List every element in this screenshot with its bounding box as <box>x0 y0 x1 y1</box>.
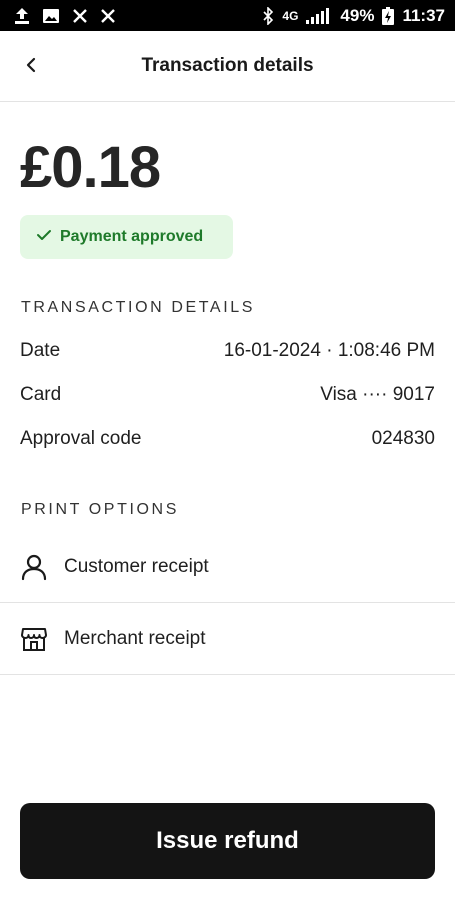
bluetooth-icon <box>262 6 274 25</box>
status-bar-left <box>14 7 116 25</box>
customer-receipt-option[interactable]: Customer receipt <box>0 531 455 603</box>
page-title: Transaction details <box>141 55 314 76</box>
store-icon <box>20 625 48 653</box>
detail-label: Card <box>20 384 62 405</box>
detail-label: Date <box>20 340 61 361</box>
person-icon <box>20 553 48 581</box>
network-type: 4G <box>282 8 299 23</box>
issue-refund-button[interactable]: Issue refund <box>20 803 435 879</box>
detail-value: 16-01-2024 · 1:08:46 PM <box>223 340 435 361</box>
transaction-details-heading: TRANSACTION DETAILS <box>21 299 256 316</box>
image-icon <box>42 8 60 24</box>
status-label: Payment approved <box>60 228 204 245</box>
battery-percentage: 49% <box>340 5 375 25</box>
merchant-receipt-option[interactable]: Merchant receipt <box>0 603 455 675</box>
battery-icon <box>382 6 395 25</box>
detail-label: Approval code <box>20 428 142 449</box>
merchant-receipt-label: Merchant receipt <box>64 627 206 649</box>
customer-receipt-label: Customer receipt <box>64 555 209 577</box>
status-badge: Payment approved <box>20 215 233 259</box>
clock: 11:37 <box>402 5 445 25</box>
detail-value: 024830 <box>371 428 435 449</box>
x-logo-icon <box>100 8 116 23</box>
detail-row-card: Card Visa ···· 9017 <box>20 384 435 406</box>
print-options-heading: PRINT OPTIONS <box>21 501 179 518</box>
status-bar: 4G 49% 11:37 <box>0 0 455 31</box>
detail-value: Visa ···· 9017 <box>320 384 435 405</box>
status-bar-right: 4G 49% 11:37 <box>262 6 445 26</box>
x-logo-icon <box>72 8 88 23</box>
upload-icon <box>14 7 30 25</box>
chevron-left-icon <box>24 57 38 78</box>
checkmark-icon <box>36 228 52 247</box>
back-button[interactable] <box>16 52 46 82</box>
detail-row-date: Date 16-01-2024 · 1:08:46 PM <box>20 340 435 362</box>
detail-row-approval-code: Approval code 024830 <box>20 428 435 450</box>
app-bar: Transaction details <box>0 31 455 102</box>
signal-icon <box>306 7 332 24</box>
transaction-amount: £0.18 <box>20 135 161 200</box>
